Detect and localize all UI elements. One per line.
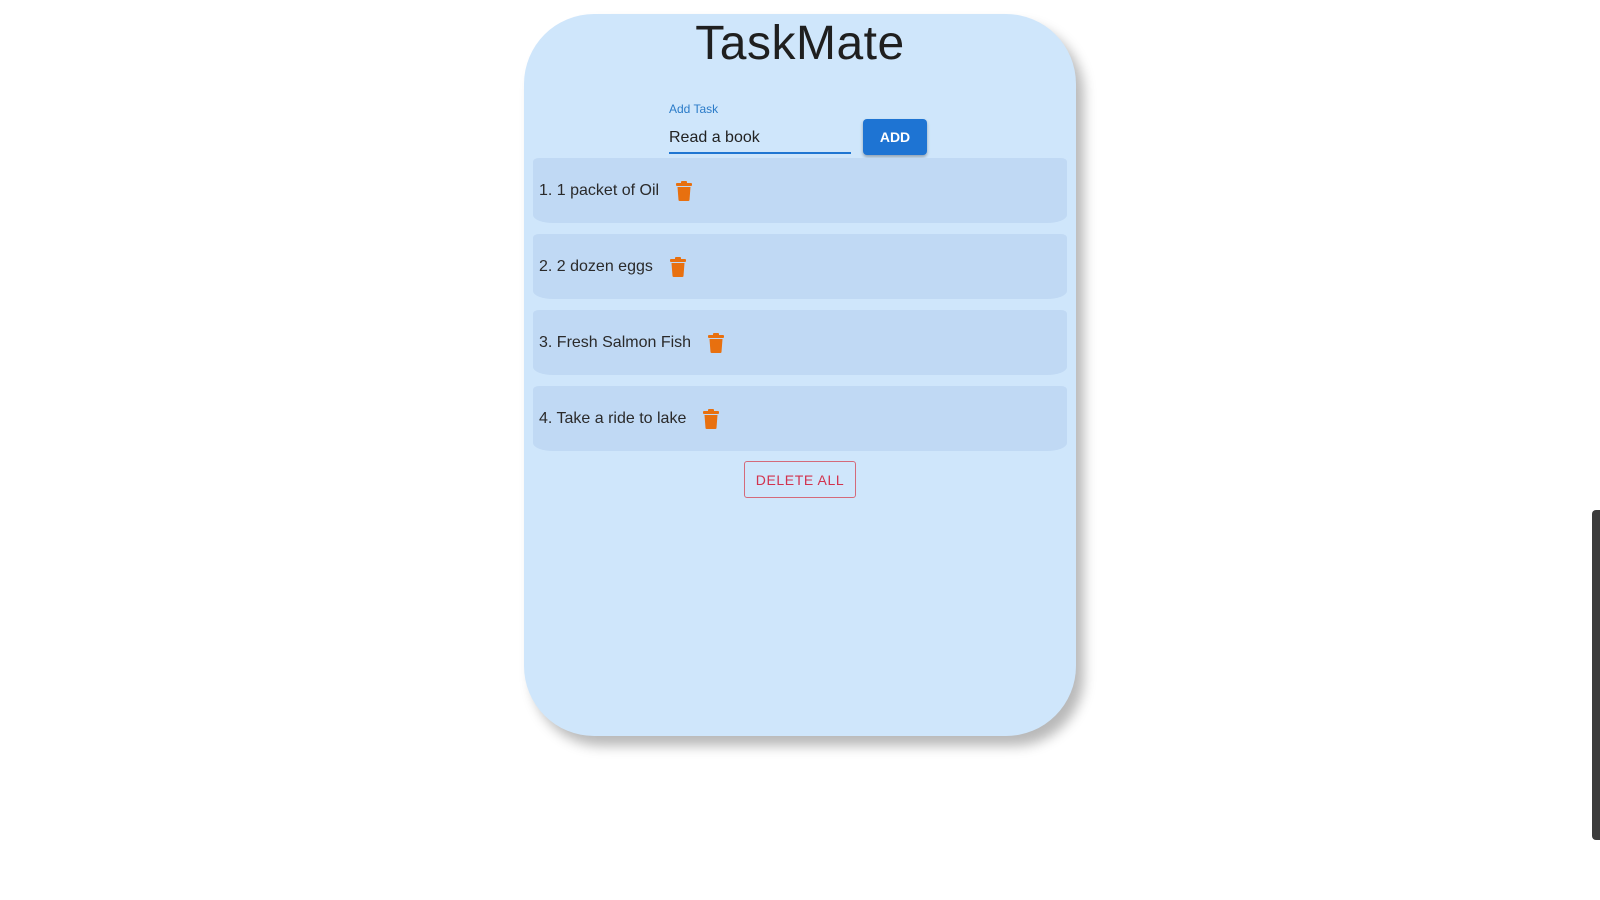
task-text: 1. 1 packet of Oil [539,181,660,199]
task-text: 3. Fresh Salmon Fish [539,333,692,351]
task-item: 2. 2 dozen eggs [533,234,1067,299]
trash-icon[interactable] [702,408,720,429]
trash-icon[interactable] [675,180,693,201]
task-text: 2. 2 dozen eggs [539,257,653,275]
taskmate-card: TaskMate Add Task ADD 1. 1 packet of Oil… [524,14,1076,736]
task-item: 1. 1 packet of Oil [533,158,1067,223]
scrollbar[interactable] [1592,510,1600,840]
delete-all-button[interactable]: DELETE ALL [744,461,856,498]
task-input[interactable] [669,124,851,154]
task-item: 3. Fresh Salmon Fish [533,310,1067,375]
trash-icon[interactable] [707,332,725,353]
add-task-form: Add Task ADD [669,88,929,158]
app-title: TaskMate [695,17,905,70]
trash-icon[interactable] [669,256,687,277]
add-task-label: Add Task [669,102,719,116]
task-list: 1. 1 packet of Oil 2. 2 dozen eggs 3. Fr… [533,158,1067,462]
task-text: 4. Take a ride to lake [539,409,687,427]
task-item: 4. Take a ride to lake [533,386,1067,451]
add-button[interactable]: ADD [863,119,927,155]
